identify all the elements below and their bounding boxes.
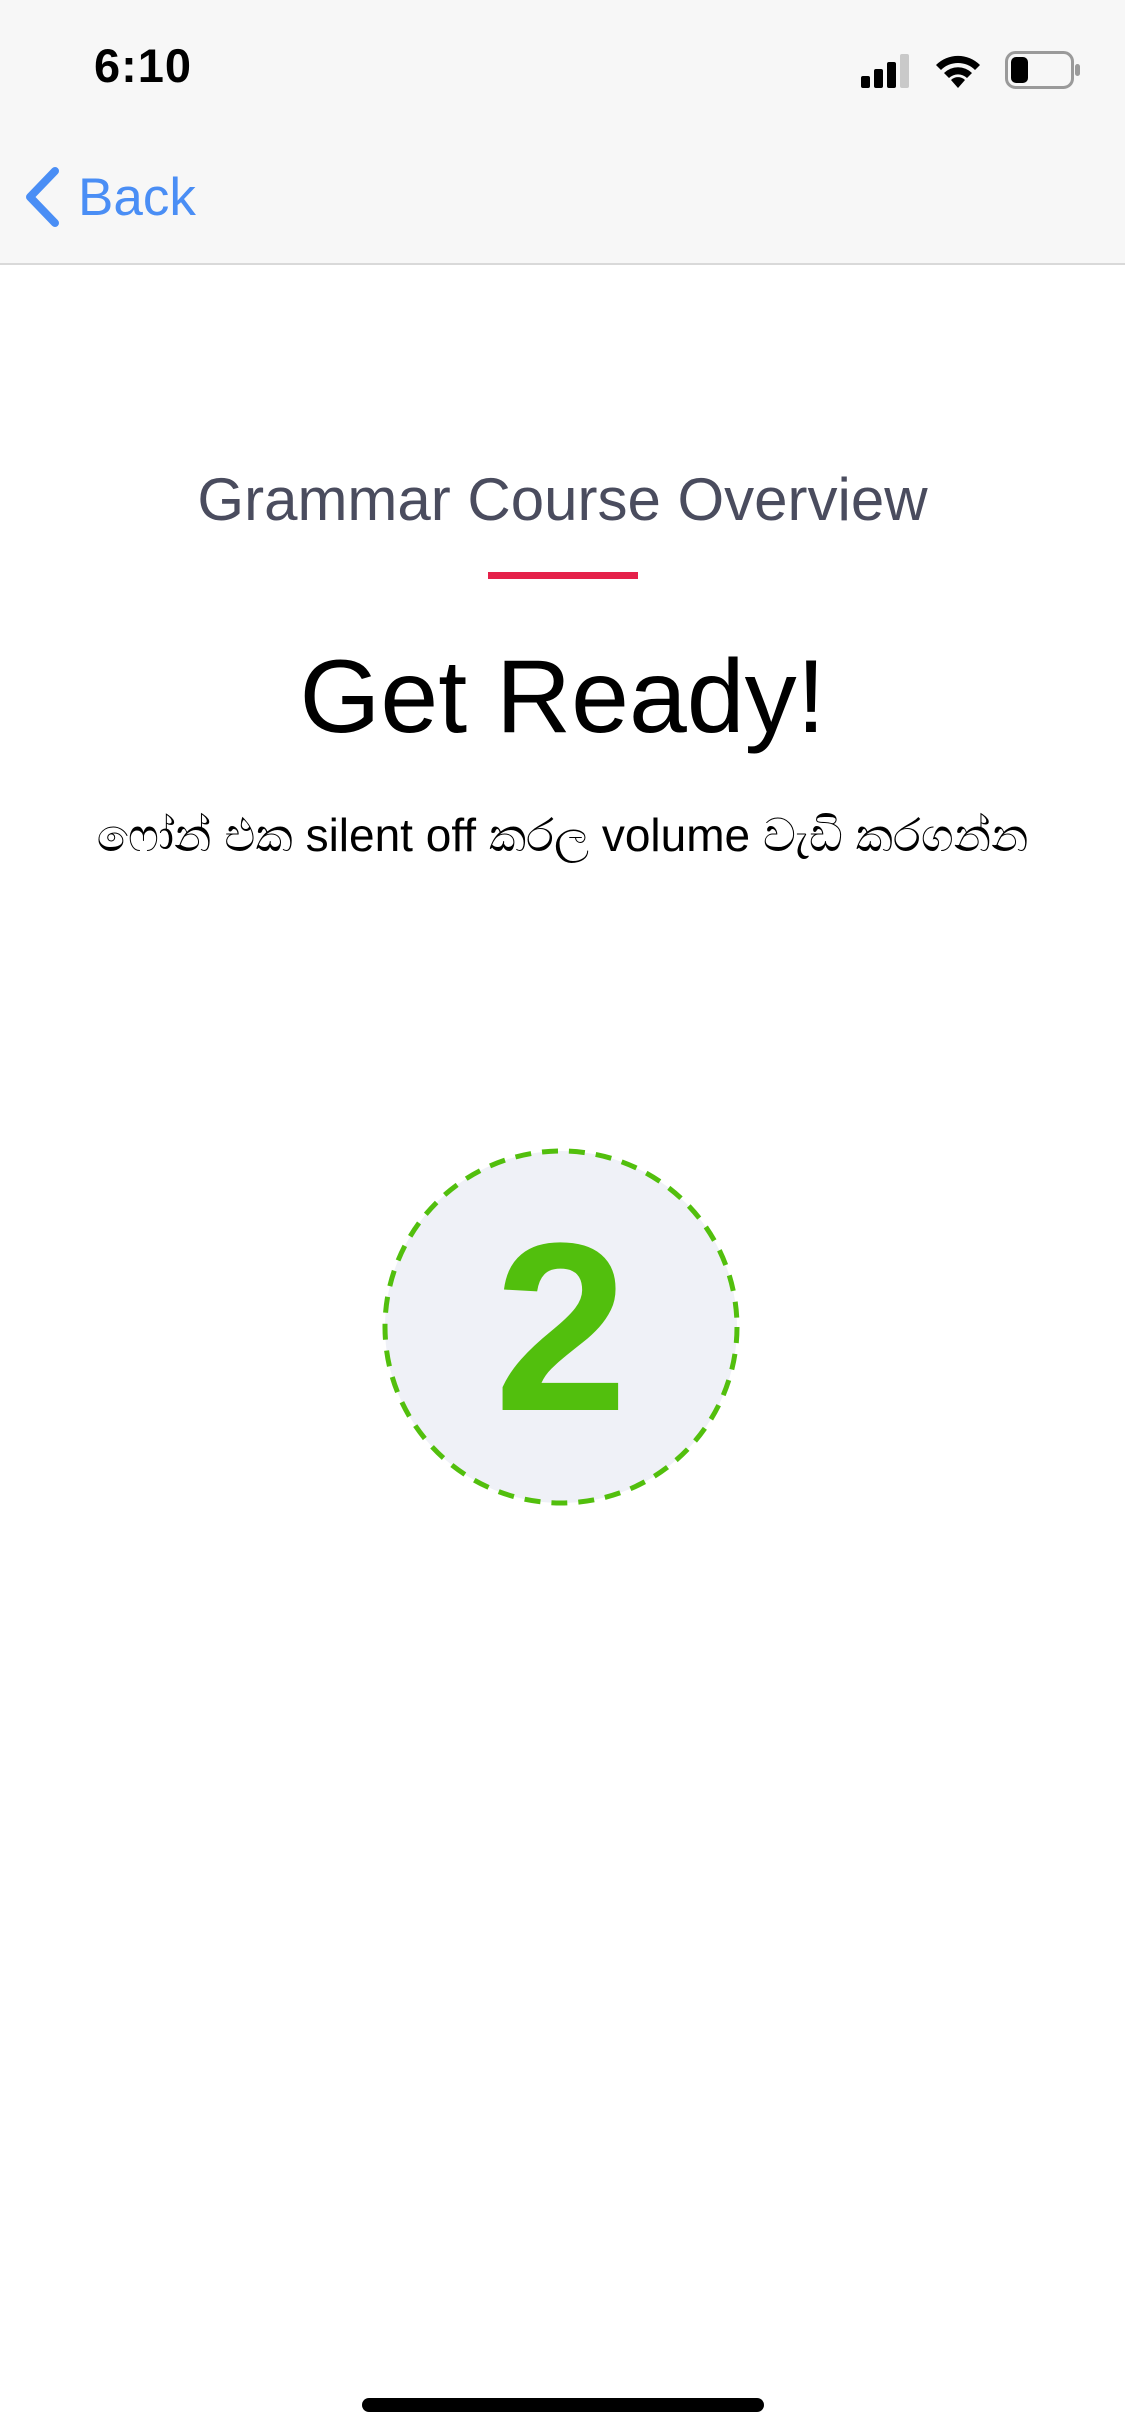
accent-divider (488, 572, 638, 579)
course-title: Grammar Course Overview (197, 466, 928, 533)
status-time: 6:10 (94, 39, 193, 92)
wifi-icon (936, 55, 980, 88)
status-icons (861, 48, 1081, 92)
home-indicator[interactable] (362, 2398, 764, 2412)
cellular-signal-icon (861, 54, 909, 88)
back-button[interactable]: Back (22, 162, 196, 232)
battery-icon (1005, 51, 1080, 89)
countdown-number: 2 (494, 1193, 628, 1461)
chevron-left-icon (26, 167, 59, 227)
back-label: Back (78, 167, 196, 227)
top-bar: 6:10 Back (0, 0, 1125, 265)
countdown-circle: 2 (382, 1148, 740, 1506)
get-ready-heading: Get Ready! (299, 639, 826, 755)
instruction-text: ෆෝන් එක silent off කරල volume වැඩි කරගන්… (96, 809, 1029, 861)
